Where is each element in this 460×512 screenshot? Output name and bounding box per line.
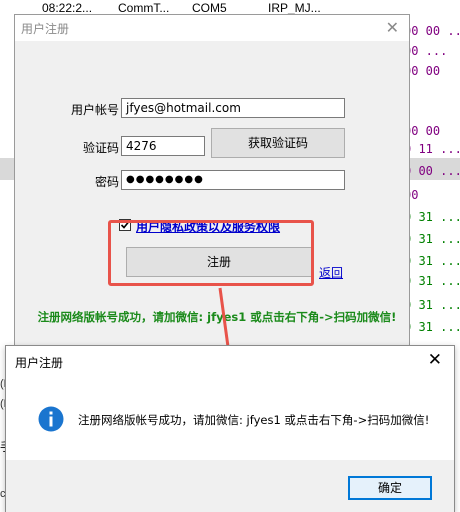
password-label: 密码 [94,175,119,189]
message-box-text: 注册网络版帐号成功，请加微信: jfyes1 或点击右下角->扫码加微信! [78,413,430,427]
log-row: 0 31 ... [404,208,460,228]
log-row: 0 31 ... [404,318,460,338]
account-label: 用户帐号 [70,103,119,117]
log-row-bytes: 0 31 ... [404,232,460,246]
log-row-bytes: 0 31 ... [404,320,460,334]
log-row: 00 00 [404,122,460,142]
account-field[interactable]: jfyes@hotmail.com [121,98,345,118]
log-row: 0 31 ... [404,272,460,292]
message-box-title: 用户注册 [15,356,64,370]
log-row: 00 [404,186,460,206]
code-field[interactable]: 4276 [121,136,205,156]
log-row: 00 ... [404,42,460,62]
log-row: 0 31 ... [404,230,460,250]
info-icon [38,406,64,432]
log-row-bytes: 0 31 ... [404,274,460,288]
code-label: 验证码 [82,141,119,155]
log-row-bytes: 0 11 ... [404,142,460,156]
register-dialog-titlebar[interactable]: 用户注册 ✕ [15,15,409,41]
log-row-bytes: 0 00 ... [404,164,460,178]
log-row-bytes: 00 ... [404,44,448,58]
close-icon[interactable]: ✕ [428,350,442,370]
log-row-bytes: 0 31 ... [404,254,460,268]
log-row-bytes: 0 31 ... [404,210,460,224]
log-cell-port: COM5 [192,1,227,15]
close-icon[interactable]: ✕ [386,18,399,37]
log-cell-process: CommT... [118,1,170,15]
log-row: 00 00 [404,62,460,82]
log-cell-request: IRP_MJ... [268,1,321,15]
log-row-bytes: 0 31 ... [404,298,460,312]
register-dialog-title: 用户注册 [21,22,70,36]
log-row: 0 00 ... [404,162,460,182]
log-row: 0 11 ... [404,140,460,160]
log-row: 0 31 ... [404,296,460,316]
log-row: 00 00 ... [404,22,460,42]
message-box: 用户注册 ✕ 注册网络版帐号成功，请加微信: jfyes1 或点击右下角->扫码… [5,345,455,512]
back-link[interactable]: 返回 [319,264,343,281]
ok-button[interactable]: 确定 [348,476,432,500]
log-row: 0 31 ... [404,252,460,272]
get-code-button[interactable]: 获取验证码 [211,128,345,158]
annotation-highlight-box [108,220,314,286]
log-cell-time: 08:22:2... [42,1,93,15]
password-field[interactable]: ●●●●●●●● [121,170,345,190]
log-row-bytes: 00 00 ... [404,24,460,38]
